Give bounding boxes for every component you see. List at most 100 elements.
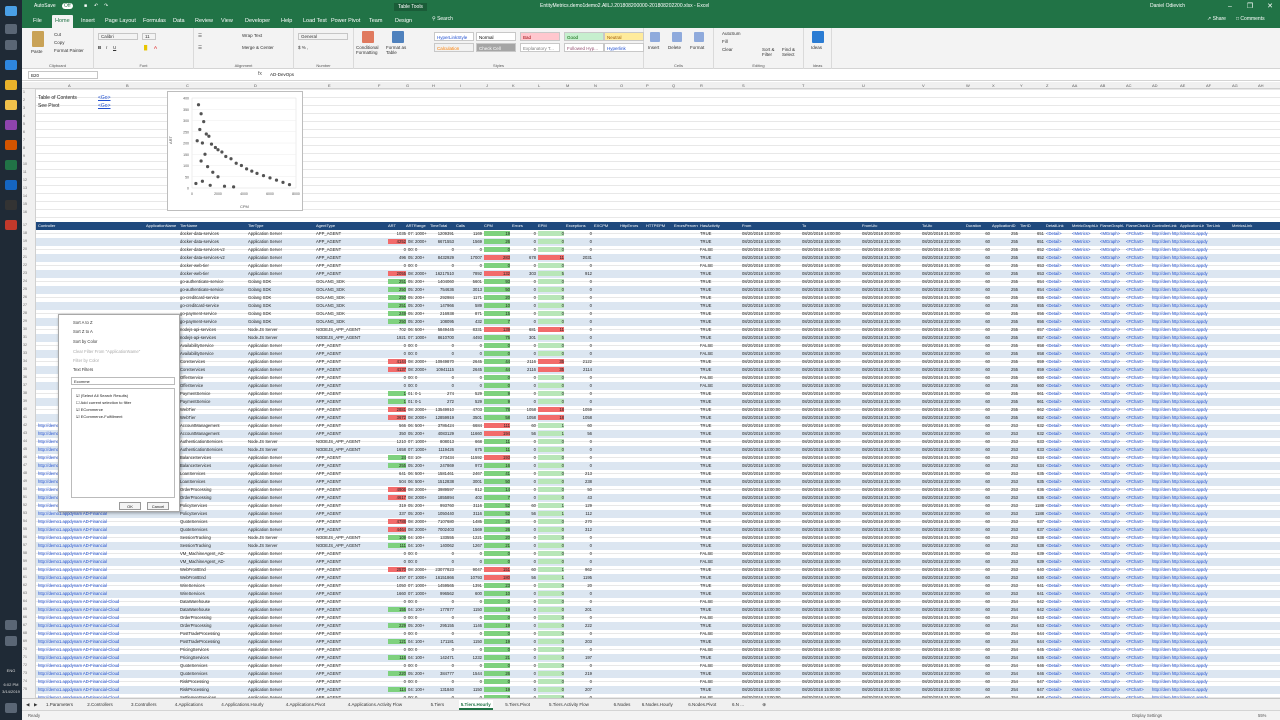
cell-url-links[interactable]: http://dem http://demo1.appdy <box>1152 447 1278 452</box>
cell-metrics-link[interactable]: <Metrics> <box>1072 679 1098 684</box>
chart-point[interactable] <box>211 170 215 174</box>
cell-graph-link[interactable]: <MGraph> <box>1100 375 1124 380</box>
edge-icon[interactable] <box>5 60 17 70</box>
cell-flame-link[interactable]: <FChart> <box>1126 639 1150 644</box>
cell-metrics-link[interactable]: <Metrics> <box>1072 319 1098 324</box>
cell-graph-link[interactable]: <MGraph> <box>1100 615 1124 620</box>
table-header-flamegraphlink[interactable]: FlameGraphLink <box>1100 223 1124 228</box>
row-header[interactable]: 59 <box>23 559 27 563</box>
cell-url-links[interactable]: http://dem http://demo1.appdy <box>1152 343 1278 348</box>
cell-graph-link[interactable]: <MGraph> <box>1100 351 1124 356</box>
sort-za-item[interactable]: Sort Z to A <box>73 329 93 334</box>
cell-metrics-link[interactable]: <Metrics> <box>1072 519 1098 524</box>
row-header[interactable]: 70 <box>23 647 27 651</box>
cell-url-links[interactable]: http://dem http://demo1.appdy <box>1152 663 1278 668</box>
cell-flame-link[interactable]: <FChart> <box>1126 279 1150 284</box>
cell-detail-link[interactable]: <Detail> <box>1046 575 1070 580</box>
cell-url-links[interactable]: http://dem http://demo1.appdy <box>1152 287 1278 292</box>
cell-detail-link[interactable]: <Detail> <box>1046 431 1070 436</box>
row-header[interactable]: 28 <box>23 311 27 315</box>
chart-point[interactable] <box>232 185 236 189</box>
table-row[interactable]: http://demo1.appdynam AD-Financial WireSe… <box>36 590 1280 598</box>
cell-url-links[interactable]: http://dem http://demo1.appdy <box>1152 495 1278 500</box>
row-header[interactable]: 39 <box>23 399 27 403</box>
row-header[interactable]: 48 <box>23 471 27 475</box>
sheet-tab-6-nodes-hourly[interactable]: 6.Nodes.Hourly <box>642 700 673 710</box>
row-header[interactable]: 57 <box>23 543 27 547</box>
sheet-tab-5-tiers-pivot[interactable]: 5.Tiers.Pivot <box>505 700 530 710</box>
column-header-q[interactable]: Q <box>672 83 675 88</box>
cell-url-links[interactable]: http://dem http://demo1.appdy <box>1152 543 1278 548</box>
chrome-icon[interactable] <box>5 80 17 90</box>
excel-icon[interactable] <box>5 160 17 170</box>
column-header-ah[interactable]: AH <box>1258 83 1264 88</box>
cell-metrics-link[interactable]: <Metrics> <box>1072 631 1098 636</box>
cell-url-links[interactable]: http://dem http://demo1.appdy <box>1152 575 1278 580</box>
cell-graph-link[interactable]: <MGraph> <box>1100 663 1124 668</box>
wrap-text-button[interactable]: Wrap Text <box>242 33 262 38</box>
cell-detail-link[interactable]: <Detail> <box>1046 295 1070 300</box>
tell-me-search[interactable]: ⚲ Search <box>432 16 453 22</box>
cell-flame-link[interactable]: <FChart> <box>1126 407 1150 412</box>
table-row[interactable]: CoreServices Application Server APP_AGENT 4… <box>36 358 1280 366</box>
volume-icon[interactable] <box>5 636 17 646</box>
cell-detail-link[interactable]: <Detail> <box>1046 343 1070 348</box>
filter-cancel-button[interactable]: Cancel <box>147 502 169 510</box>
cell-style-followed-hyp-[interactable]: Followed Hyp... <box>564 43 604 52</box>
cell-detail-link[interactable]: <Detail> <box>1046 391 1070 396</box>
ribbon-tab-insert[interactable]: Insert <box>78 15 98 28</box>
table-header-flamechartlink[interactable]: FlameChartLink <box>1126 223 1150 228</box>
cell-metrics-link[interactable]: <Metrics> <box>1072 567 1098 572</box>
cell-detail-link[interactable]: <Detail> <box>1046 375 1070 380</box>
cell-url-links[interactable]: http://dem http://demo1.appdy <box>1152 263 1278 268</box>
cell-graph-link[interactable]: <MGraph> <box>1100 631 1124 636</box>
row-header[interactable]: 54 <box>23 519 27 523</box>
align-left-icon[interactable]: ☰ <box>198 45 202 51</box>
cell-flame-link[interactable]: <FChart> <box>1126 591 1150 596</box>
table-header-applicationid[interactable]: ApplicationID <box>992 223 1018 228</box>
table-row[interactable]: http://demo1.appdynam AD-Financial-Cloud… <box>36 662 1280 670</box>
row-header[interactable]: 14 <box>23 194 27 198</box>
table-header-duration[interactable]: Duration <box>966 223 990 228</box>
cell-graph-link[interactable]: <MGraph> <box>1100 423 1124 428</box>
cell-flame-link[interactable]: <FChart> <box>1126 359 1150 364</box>
cell-graph-link[interactable]: <MGraph> <box>1100 303 1124 308</box>
table-row[interactable]: http://demo1.appdynam AD-Financial-Cloud… <box>36 638 1280 646</box>
sheet-tab-1-parameters[interactable]: 1.Parameters <box>46 700 73 710</box>
cell-flame-link[interactable]: <FChart> <box>1126 415 1150 420</box>
app-icon[interactable] <box>5 220 17 230</box>
cell-url-links[interactable]: http://dem http://demo1.appdy <box>1152 551 1278 556</box>
cell-metrics-link[interactable]: <Metrics> <box>1072 343 1098 348</box>
cell-detail-link[interactable]: <Detail> <box>1046 311 1070 316</box>
cell-metrics-link[interactable]: <Metrics> <box>1072 575 1098 580</box>
column-header-l[interactable]: L <box>538 83 540 88</box>
table-row[interactable]: CoreServices Application Server APP_AGENT 4… <box>36 366 1280 374</box>
chart-point[interactable] <box>255 171 259 175</box>
cell-metrics-link[interactable]: <Metrics> <box>1072 279 1098 284</box>
cell-flame-link[interactable]: <FChart> <box>1126 511 1150 516</box>
column-header-w[interactable]: W <box>966 83 970 88</box>
cell-detail-link[interactable]: <Detail> <box>1046 639 1070 644</box>
chart-point[interactable] <box>195 139 199 143</box>
row-header[interactable]: 34 <box>23 359 27 363</box>
cell-detail-link[interactable]: <Detail> <box>1046 359 1070 364</box>
cell-style-hyperlinkstyle[interactable]: HyperLinkStyle <box>434 32 474 41</box>
cell-detail-link[interactable]: <Detail> <box>1046 551 1070 556</box>
italic-icon[interactable]: I <box>106 45 107 50</box>
table-header-applicationlink[interactable]: ApplicationLink <box>1180 223 1204 228</box>
table-row[interactable]: nodejs-api-services Node.JS Server NODEJS_… <box>36 334 1280 342</box>
cell-controller[interactable]: http://demo1.appdynam AD-Financial <box>38 575 178 580</box>
cell-url-links[interactable]: http://dem http://demo1.appdy <box>1152 231 1278 236</box>
row-header[interactable]: 32 <box>23 343 27 347</box>
cell-detail-link[interactable]: <Detail> <box>1046 535 1070 540</box>
row-header[interactable]: 17 <box>23 223 27 227</box>
cell-flame-link[interactable]: <FChart> <box>1126 239 1150 244</box>
cell-graph-link[interactable]: <MGraph> <box>1100 343 1124 348</box>
chart-point[interactable] <box>234 161 238 165</box>
sheet-tab-6-nodes-pivot[interactable]: 6.Nodes.Pivot <box>688 700 716 710</box>
text-filters-item[interactable]: Text Filters <box>73 367 93 372</box>
row-header[interactable]: 35 <box>23 367 27 371</box>
filter-item-ecommerce[interactable]: ☑ ECommerce <box>76 407 103 412</box>
row-header[interactable]: 15 <box>23 202 27 206</box>
cell-url-links[interactable]: http://dem http://demo1.appdy <box>1152 631 1278 636</box>
